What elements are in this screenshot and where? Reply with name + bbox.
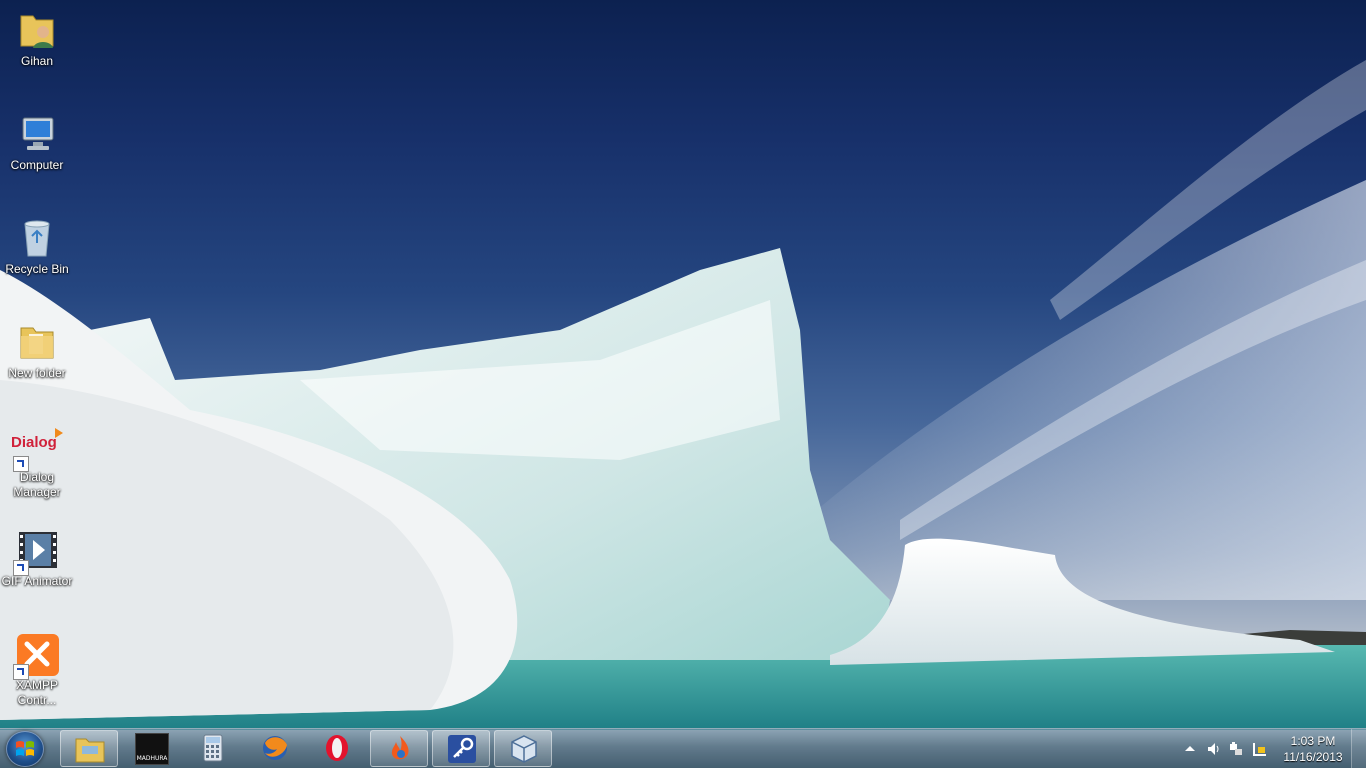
taskbar-button-key-app[interactable] — [432, 730, 490, 767]
action-center-icon[interactable] — [1252, 741, 1268, 757]
desktop-icon-label: GIF Animator — [1, 574, 73, 588]
taskbar-button-firefox[interactable] — [246, 730, 304, 767]
system-tray: 1:03 PM 11/16/2013 — [1176, 729, 1366, 768]
taskbar-button-madhura-dictionary[interactable]: MADHURA — [122, 730, 180, 767]
taskbar-button-media-player[interactable] — [370, 730, 428, 767]
cube-icon — [511, 735, 537, 763]
desktop-icon-computer[interactable]: Computer — [0, 106, 74, 173]
dialog-logo-mark — [55, 428, 63, 438]
desktop-icon-gif-animator[interactable]: GIF Animator — [0, 522, 74, 589]
desktop-icon-label: Recycle Bin — [5, 262, 69, 276]
desktop-icon-label: New folder — [8, 366, 66, 380]
clock[interactable]: 1:03 PM 11/16/2013 — [1280, 733, 1346, 765]
taskbar: MADHURA 1:03 PM 11/16/2013 — [0, 728, 1366, 768]
taskbar-button-opera[interactable] — [308, 730, 366, 767]
computer-icon — [15, 112, 59, 156]
user-folder-icon — [15, 8, 59, 52]
desktop-icon-label: Gihan — [20, 54, 54, 68]
taskbar-button-virtualbox[interactable] — [494, 730, 552, 767]
start-button[interactable] — [6, 731, 44, 767]
speaker-icon[interactable] — [1206, 741, 1222, 757]
calculator-icon — [203, 734, 223, 762]
film-icon — [13, 528, 59, 576]
show-desktop-button[interactable] — [1351, 729, 1366, 768]
desktop-icon-recycle-bin[interactable]: Recycle Bin — [0, 210, 74, 277]
chevron-up-icon[interactable] — [1182, 741, 1198, 757]
iceberg-scene — [0, 60, 1366, 730]
folder-icon — [75, 738, 105, 763]
desktop-wallpaper — [0, 0, 1366, 768]
shortcut-arrow-icon — [13, 664, 29, 680]
taskbar-button-calculator[interactable] — [184, 730, 242, 767]
madhura-icon: MADHURA — [135, 733, 169, 765]
desktop-icon-new-folder[interactable]: New folder — [0, 314, 74, 381]
desktop-icon-label: Dialog Manager — [13, 470, 61, 499]
desktop-icon-gihan[interactable]: Gihan — [0, 2, 74, 69]
desktop-icon-label: Computer — [10, 158, 64, 172]
folder-icon — [15, 320, 59, 364]
clock-date: 11/16/2013 — [1283, 750, 1343, 764]
clock-time: 1:03 PM — [1290, 734, 1336, 748]
dialog-logo-text: Dialog — [11, 434, 57, 451]
network-icon[interactable] — [1228, 741, 1244, 757]
taskbar-button-windows-explorer[interactable] — [60, 730, 118, 767]
shortcut-arrow-icon — [13, 456, 29, 472]
key-icon — [448, 735, 476, 763]
desktop-icon-label: XAMPP Contr... — [15, 678, 58, 707]
flame-icon — [391, 736, 409, 760]
windows-logo-icon — [16, 741, 34, 756]
madhura-label: MADHURA — [136, 755, 168, 762]
firefox-icon — [263, 736, 287, 760]
recycle-bin-icon — [15, 216, 59, 260]
opera-icon — [326, 735, 348, 761]
shortcut-arrow-icon — [13, 560, 29, 576]
desktop-icon-xampp[interactable]: XAMPP Contr... — [0, 626, 74, 708]
desktop-icon-dialog-manager[interactable]: Dialog Dialog Manager — [0, 418, 74, 500]
xampp-icon — [13, 632, 59, 680]
dialog-logo-icon: Dialog — [11, 424, 63, 472]
